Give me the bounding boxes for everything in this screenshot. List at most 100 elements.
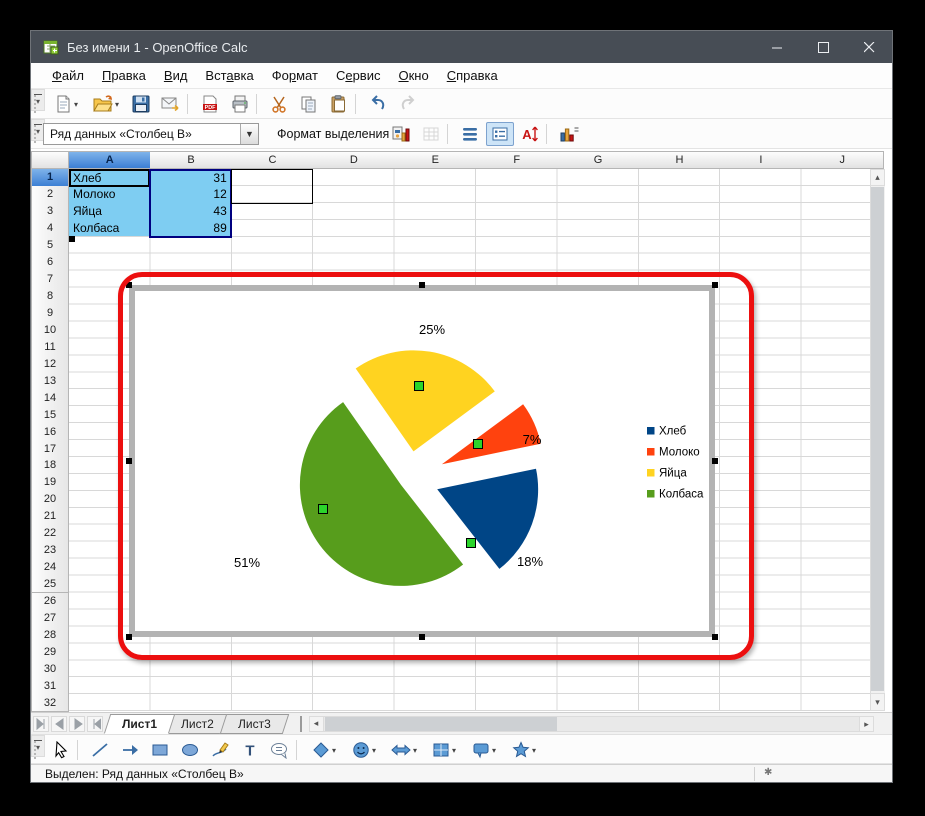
rectangle-button[interactable]: [146, 738, 174, 762]
chevron-down-icon[interactable]: ▾: [74, 100, 78, 109]
callouts-button[interactable]: ▾: [465, 738, 503, 762]
toolbar-grip[interactable]: [34, 741, 39, 759]
email-button[interactable]: [157, 92, 185, 116]
menu-item-8[interactable]: Справка: [438, 64, 507, 87]
column-header-A[interactable]: A: [69, 151, 151, 169]
menu-item-2[interactable]: Правка: [93, 64, 155, 87]
flowchart-button[interactable]: ▾: [425, 738, 463, 762]
chart-element-selector[interactable]: Ряд данных «Столбец B» ▼: [43, 123, 259, 145]
select-all-corner[interactable]: [31, 151, 69, 169]
text-button[interactable]: T: [236, 738, 264, 762]
cell-A3[interactable]: Яйца: [73, 203, 146, 220]
stars-button[interactable]: ▾: [505, 738, 543, 762]
cut-button[interactable]: [265, 92, 293, 116]
row-header-14[interactable]: 14: [31, 389, 69, 407]
toolbar-grip[interactable]: [34, 95, 39, 113]
row-header-21[interactable]: 21: [31, 508, 69, 526]
chevron-down-icon[interactable]: ▾: [372, 746, 376, 755]
scroll-down-button[interactable]: ▾: [870, 693, 885, 711]
column-header-C[interactable]: C: [232, 151, 314, 169]
chevron-down-icon[interactable]: ▾: [332, 746, 336, 755]
row-header-2[interactable]: 2: [31, 186, 69, 204]
new-document-button[interactable]: ▾: [47, 92, 85, 116]
print-button[interactable]: [226, 92, 254, 116]
chart-type-button[interactable]: [387, 122, 415, 146]
row-header-16[interactable]: 16: [31, 423, 69, 441]
row-header-26[interactable]: 26: [31, 593, 69, 611]
row-header-13[interactable]: 13: [31, 372, 69, 390]
row-header-30[interactable]: 30: [31, 660, 69, 678]
previous-sheet-button[interactable]: [51, 716, 67, 732]
scroll-up-button[interactable]: ▴: [870, 169, 885, 186]
menu-item-3[interactable]: Вид: [155, 64, 197, 87]
column-header-J[interactable]: J: [802, 151, 884, 169]
row-header-20[interactable]: 20: [31, 491, 69, 509]
row-header-23[interactable]: 23: [31, 542, 69, 560]
row-header-18[interactable]: 18: [31, 457, 69, 475]
pdf-export-button[interactable]: PDF: [196, 92, 224, 116]
row-header-3[interactable]: 3: [31, 203, 69, 221]
close-button[interactable]: [847, 31, 892, 63]
vertical-scrollbar-thumb[interactable]: [871, 187, 884, 691]
arrow-button[interactable]: [116, 738, 144, 762]
symbol-shapes-button[interactable]: ▾: [345, 738, 383, 762]
menu-item-4[interactable]: Вставка: [196, 64, 262, 87]
next-sheet-button[interactable]: [69, 716, 85, 732]
row-header-28[interactable]: 28: [31, 626, 69, 644]
sheet-tab-Лист1[interactable]: Лист1: [104, 714, 176, 734]
row-header-22[interactable]: 22: [31, 525, 69, 543]
chevron-down-icon[interactable]: ▾: [115, 100, 119, 109]
last-sheet-button[interactable]: [87, 716, 103, 732]
row-header-29[interactable]: 29: [31, 643, 69, 661]
save-button[interactable]: [127, 92, 155, 116]
legend-button[interactable]: [486, 122, 514, 146]
column-header-D[interactable]: D: [313, 151, 395, 169]
column-header-H[interactable]: H: [639, 151, 721, 169]
row-header-1[interactable]: 1: [31, 169, 69, 187]
title-bar[interactable]: Без имени 1 - OpenOffice Calc: [31, 31, 892, 63]
cell-A2[interactable]: Молоко: [73, 186, 146, 203]
freeform-button[interactable]: [206, 738, 234, 762]
menu-item-1[interactable]: Файл: [43, 64, 93, 87]
chevron-down-icon[interactable]: ▾: [452, 746, 456, 755]
menu-item-6[interactable]: Сервис: [327, 64, 390, 87]
open-button[interactable]: ▾: [87, 92, 125, 116]
row-header-12[interactable]: 12: [31, 355, 69, 373]
row-header-10[interactable]: 10: [31, 321, 69, 339]
column-header-B[interactable]: B: [150, 151, 232, 169]
line-button[interactable]: [86, 738, 114, 762]
basic-shapes-button[interactable]: ▾: [305, 738, 343, 762]
row-header-24[interactable]: 24: [31, 559, 69, 577]
auto-layout-button[interactable]: [555, 122, 583, 146]
paste-button[interactable]: [325, 92, 353, 116]
row-header-17[interactable]: 17: [31, 440, 69, 458]
column-header-I[interactable]: I: [720, 151, 802, 169]
tab-scroll-splitter[interactable]: [300, 716, 305, 732]
row-header-15[interactable]: 15: [31, 406, 69, 424]
row-header-7[interactable]: 7: [31, 271, 69, 289]
column-header-E[interactable]: E: [395, 151, 477, 169]
row-header-5[interactable]: 5: [31, 237, 69, 255]
sheet-tab-Лист3[interactable]: Лист3: [220, 714, 289, 734]
chevron-down-icon[interactable]: ▾: [413, 746, 417, 755]
hscroll-right-button[interactable]: ▸: [859, 716, 874, 732]
row-header-25[interactable]: 25: [31, 576, 69, 594]
scale-text-button[interactable]: A: [516, 122, 544, 146]
chevron-down-icon[interactable]: ▼: [240, 124, 258, 144]
maximize-button[interactable]: [801, 31, 846, 63]
row-header-27[interactable]: 27: [31, 609, 69, 627]
format-selection-button[interactable]: Формат выделения: [269, 123, 397, 145]
row-header-32[interactable]: 32: [31, 694, 69, 712]
column-header-G[interactable]: G: [557, 151, 639, 169]
select-button[interactable]: [47, 738, 75, 762]
cell-A4[interactable]: Колбаса: [73, 220, 146, 237]
undo-button[interactable]: [364, 92, 392, 116]
grid-horizontal-button[interactable]: [456, 122, 484, 146]
row-header-31[interactable]: 31: [31, 677, 69, 695]
copy-button[interactable]: [295, 92, 323, 116]
hscroll-left-button[interactable]: ◂: [309, 716, 324, 732]
toolbar-grip[interactable]: [34, 125, 39, 143]
horizontal-scrollbar-thumb[interactable]: [325, 717, 557, 731]
column-header-F[interactable]: F: [476, 151, 558, 169]
menu-item-7[interactable]: Окно: [389, 64, 437, 87]
